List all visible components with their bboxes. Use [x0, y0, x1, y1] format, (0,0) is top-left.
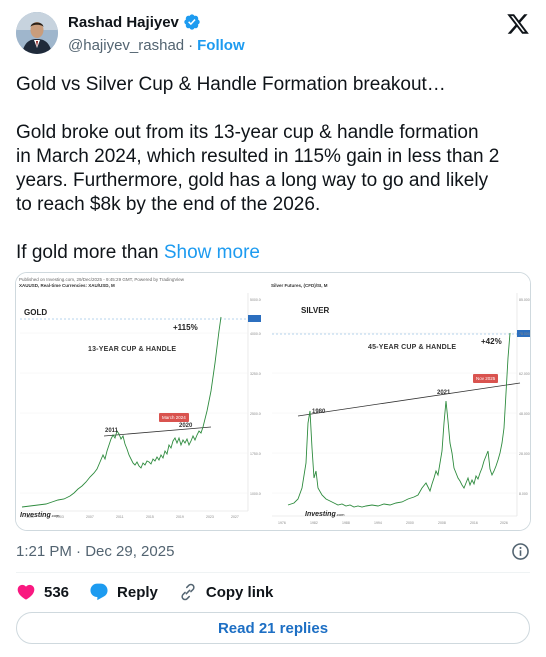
svg-text:2008: 2008: [438, 521, 446, 525]
gold-brand: Investing: [20, 512, 51, 519]
gold-chart-panel: 1999 2003 2007 2011 2015 2019 2023 2027 5000.…: [16, 273, 261, 530]
divider: [16, 572, 530, 573]
silver-investing-logo: Investing.com: [305, 511, 344, 518]
gold-investing-logo: Investing.com: [20, 512, 59, 519]
gold-chart-title: GOLD: [24, 308, 48, 317]
tweet-line: Gold broke out from its 13-year cup & ha…: [16, 122, 479, 143]
tweet-line-truncated: If gold more than Show more: [16, 241, 531, 265]
svg-text:8.000: 8.000: [519, 492, 528, 496]
info-icon[interactable]: [511, 542, 530, 561]
silver-chart-title: SILVER: [301, 306, 330, 315]
silver-chart-panel: 1976 1982 1988 1994 2000 2008 2016 2026 85.00…: [268, 273, 530, 530]
svg-text:1000.00: 1000.00: [250, 492, 261, 496]
gold-gain-label: +115%: [173, 323, 198, 332]
silver-chart-subtitle: 45-YEAR CUP & HANDLE: [368, 344, 457, 351]
gold-year-2020-label: 2020: [179, 423, 193, 429]
svg-text:1982: 1982: [310, 521, 318, 525]
silver-brand: Investing: [305, 511, 336, 518]
reply-button[interactable]: Reply: [89, 582, 158, 602]
svg-text:85.000: 85.000: [519, 298, 530, 302]
author-name-row: Rashad Hajiyev: [68, 13, 201, 31]
tweet-card: Rashad Hajiyev @hajiyev_rashad · Follow …: [0, 0, 546, 657]
svg-text:1750.00: 1750.00: [250, 452, 261, 456]
tweet-line: in March 2024, which resulted in 115% ga…: [16, 146, 500, 167]
svg-text:5000.00: 5000.00: [250, 298, 261, 302]
action-bar: 536 Reply Copy link: [16, 582, 293, 602]
svg-text:2015: 2015: [146, 515, 154, 519]
svg-text:4000.00: 4000.00: [250, 332, 261, 336]
svg-text:1988: 1988: [342, 521, 350, 525]
silver-gain-label: +42%: [481, 337, 502, 346]
gold-source-line: Published on Investing.com, 29/Dec/2025 …: [19, 277, 185, 282]
svg-text:2500.00: 2500.00: [250, 412, 261, 416]
x-logo-icon[interactable]: [506, 12, 530, 36]
avatar[interactable]: [16, 12, 58, 54]
tweet-timestamp[interactable]: 1:21 PM · Dec 29, 2025: [16, 543, 174, 560]
gold-breakout-callout: March 2024: [159, 413, 189, 422]
svg-text:3250.00: 3250.00: [250, 372, 261, 376]
silver-year-2021-label: 2021: [437, 390, 451, 396]
svg-text:1976: 1976: [278, 521, 286, 525]
copy-link-label: Copy link: [205, 583, 274, 601]
svg-text:2011: 2011: [116, 515, 124, 519]
show-more-link[interactable]: Show more: [164, 242, 260, 263]
reply-label: Reply: [117, 583, 158, 601]
author-handle[interactable]: @hajiyev_rashad: [68, 37, 184, 54]
svg-text:2027: 2027: [231, 515, 239, 519]
like-button[interactable]: 536: [16, 582, 69, 602]
tweet-line: to reach $8k by the end of the 2026.: [16, 194, 321, 215]
tweet-line: Gold vs Silver Cup & Handle Formation br…: [16, 74, 446, 95]
svg-text:78.000: 78.000: [519, 332, 530, 336]
svg-text:28.000: 28.000: [519, 452, 530, 456]
read-replies-button[interactable]: Read 21 replies: [16, 612, 530, 644]
copy-link-button[interactable]: Copy link: [178, 582, 274, 602]
reply-icon: [90, 583, 108, 601]
silver-brand-suffix: .com: [335, 512, 345, 517]
silver-year-1980-label: 1980: [312, 409, 326, 415]
author-name[interactable]: Rashad Hajiyev: [68, 14, 179, 31]
svg-text:48.000: 48.000: [519, 412, 530, 416]
tweet-line: years. Furthermore, gold has a long way …: [16, 170, 489, 191]
like-count: 536: [44, 583, 70, 601]
gold-symbol-line: XAUUSD, Real-time Currencies: XAU/USD, M: [19, 283, 115, 288]
silver-symbol-line: Silver Futures, (CFD)/SI, M: [271, 283, 328, 288]
svg-text:2007: 2007: [86, 515, 94, 519]
heart-icon: [17, 584, 35, 600]
svg-text:2026: 2026: [500, 521, 508, 525]
verified-badge-icon: [184, 14, 200, 30]
tweet-line: If gold more than: [16, 242, 164, 263]
follow-button[interactable]: Follow: [197, 37, 245, 54]
gold-brand-suffix: .com: [50, 513, 60, 518]
gold-chart-subtitle: 13-YEAR CUP & HANDLE: [88, 346, 177, 353]
separator-dot: ·: [188, 37, 194, 54]
gold-year-2011-label: 2011: [105, 428, 119, 434]
tweet-media[interactable]: 1999 2003 2007 2011 2015 2019 2023 2027 5000.…: [15, 272, 531, 531]
svg-text:1994: 1994: [374, 521, 382, 525]
author-handle-row: @hajiyev_rashad · Follow: [68, 37, 245, 54]
svg-text:2016: 2016: [470, 521, 478, 525]
tweet-text: Gold vs Silver Cup & Handle Formation br…: [16, 73, 531, 265]
svg-text:2019: 2019: [176, 515, 184, 519]
silver-breakout-callout: Nov 2025: [473, 374, 499, 383]
link-icon: [181, 583, 195, 601]
svg-text:2000: 2000: [406, 521, 414, 525]
gold-chart-graphic: 1999 2003 2007 2011 2015 2019 2023 2027 5000.…: [16, 273, 261, 530]
svg-text:2023: 2023: [206, 515, 214, 519]
avatar-photo: [16, 12, 58, 54]
svg-text:62.000: 62.000: [519, 372, 530, 376]
